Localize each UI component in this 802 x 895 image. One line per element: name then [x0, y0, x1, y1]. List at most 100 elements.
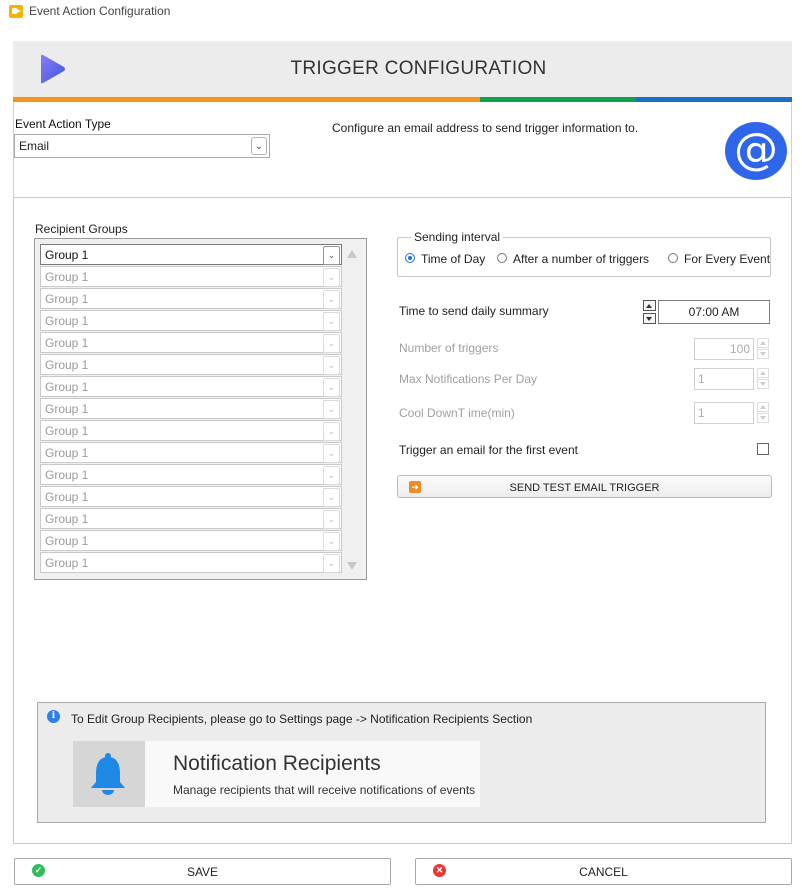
- recipient-group-select[interactable]: Group 1 ⌄: [40, 310, 342, 331]
- chevron-down-icon[interactable]: ⌄: [323, 444, 340, 463]
- number-of-triggers-label: Number of triggers: [399, 341, 499, 355]
- first-event-label: Trigger an email for the first event: [399, 443, 578, 457]
- chevron-down-icon[interactable]: ⌄: [323, 246, 340, 265]
- recipient-group-select[interactable]: Group 1 ⌄: [40, 288, 342, 309]
- spin-up-icon[interactable]: [757, 368, 769, 378]
- chevron-down-icon[interactable]: ⌄: [323, 554, 340, 573]
- chevron-down-icon[interactable]: ⌄: [323, 488, 340, 507]
- save-label: SAVE: [186, 865, 219, 879]
- cooldown-label: Cool DownT ime(min): [399, 406, 515, 420]
- info-icon: i: [47, 710, 60, 723]
- chevron-down-icon[interactable]: ⌄: [323, 312, 340, 331]
- strip-segment: [13, 97, 169, 102]
- first-event-checkbox[interactable]: [757, 443, 769, 455]
- chevron-down-icon[interactable]: ⌄: [323, 532, 340, 551]
- spin-up-icon[interactable]: [643, 300, 656, 311]
- save-button[interactable]: ✓ SAVE: [14, 858, 391, 885]
- recipient-group-value: Group 1: [45, 380, 89, 394]
- recipient-group-select[interactable]: Group 1 ⌄: [40, 552, 342, 573]
- radio-indicator[interactable]: [497, 253, 507, 263]
- spin-up-icon[interactable]: [757, 402, 769, 412]
- strip-segment: [324, 97, 481, 102]
- number-of-triggers-spinner[interactable]: [757, 338, 769, 360]
- spin-down-icon[interactable]: [757, 379, 769, 389]
- recipient-group-select[interactable]: Group 1 ⌄: [40, 398, 342, 419]
- scroll-down-icon[interactable]: [347, 562, 357, 570]
- recipient-group-select[interactable]: Group 1 ⌄: [40, 486, 342, 507]
- recipient-group-value: Group 1: [45, 424, 89, 438]
- recipient-groups-scrollbar[interactable]: [344, 242, 360, 576]
- chevron-down-icon[interactable]: ⌄: [323, 334, 340, 353]
- recipient-group-value: Group 1: [45, 270, 89, 284]
- radio-indicator[interactable]: [405, 253, 415, 263]
- recipient-group-value: Group 1: [45, 248, 89, 262]
- header-color-strip: [13, 97, 792, 102]
- recipient-group-select[interactable]: Group 1 ⌄: [40, 464, 342, 485]
- radio-indicator[interactable]: [668, 253, 678, 263]
- event-action-type-select[interactable]: Email ⌄: [14, 134, 270, 158]
- max-notifications-spinner[interactable]: [757, 368, 769, 390]
- chevron-down-icon[interactable]: ⌄: [323, 422, 340, 441]
- chevron-down-icon[interactable]: ⌄: [323, 268, 340, 287]
- recipient-group-select[interactable]: Group 1 ⌄: [40, 442, 342, 463]
- number-of-triggers-input[interactable]: 100: [694, 338, 754, 360]
- chevron-down-icon[interactable]: ⌄: [323, 400, 340, 419]
- recipient-group-value: Group 1: [45, 358, 89, 372]
- recipient-group-select[interactable]: Group 1 ⌄: [40, 244, 342, 265]
- app-camera-icon: [9, 5, 23, 18]
- recipient-group-select[interactable]: Group 1 ⌄: [40, 376, 342, 397]
- recipient-group-value: Group 1: [45, 512, 89, 526]
- chevron-down-icon[interactable]: ⌄: [323, 356, 340, 375]
- daily-summary-time-input[interactable]: 07:00 AM: [658, 300, 770, 324]
- recipient-group-value: Group 1: [45, 556, 89, 570]
- strip-segment: [168, 97, 325, 102]
- recipient-group-select[interactable]: Group 1 ⌄: [40, 420, 342, 441]
- spin-up-icon[interactable]: [757, 338, 769, 348]
- event-action-description: Configure an email address to send trigg…: [332, 121, 639, 135]
- recipient-group-value: Group 1: [45, 446, 89, 460]
- cancel-label: CANCEL: [579, 865, 628, 879]
- recipient-groups-label: Recipient Groups: [35, 222, 128, 236]
- chevron-down-icon[interactable]: ⌄: [323, 378, 340, 397]
- notification-recipients-subtitle: Manage recipients that will receive noti…: [173, 783, 476, 797]
- spin-down-icon[interactable]: [643, 313, 656, 324]
- spin-down-icon[interactable]: [757, 349, 769, 359]
- strip-segment: [636, 97, 792, 102]
- radio-label: For Every Event: [684, 252, 771, 266]
- spin-down-icon[interactable]: [757, 413, 769, 423]
- scroll-up-icon[interactable]: [347, 250, 357, 258]
- recipient-group-select[interactable]: Group 1 ⌄: [40, 354, 342, 375]
- cooldown-spinner[interactable]: [757, 402, 769, 424]
- recipient-group-select[interactable]: Group 1 ⌄: [40, 266, 342, 287]
- recipient-group-value: Group 1: [45, 314, 89, 328]
- chevron-down-icon[interactable]: ⌄: [251, 137, 267, 155]
- info-text: To Edit Group Recipients, please go to S…: [71, 712, 533, 726]
- chevron-down-icon[interactable]: ⌄: [323, 510, 340, 529]
- recipient-group-value: Group 1: [45, 402, 89, 416]
- radio-label: After a number of triggers: [513, 252, 650, 266]
- title-bar: Event Action Configuration: [0, 0, 802, 26]
- send-test-email-button[interactable]: ➜ SEND TEST EMAIL TRIGGER: [397, 475, 772, 498]
- chevron-down-icon[interactable]: ⌄: [323, 290, 340, 309]
- radio-label: Time of Day: [421, 252, 486, 266]
- daily-summary-label: Time to send daily summary: [399, 304, 549, 318]
- notification-recipients-title: Notification Recipients: [173, 752, 381, 775]
- recipient-group-value: Group 1: [45, 468, 89, 482]
- event-action-type-label: Event Action Type: [15, 117, 111, 131]
- cooldown-input[interactable]: 1: [694, 402, 754, 424]
- recipient-group-select[interactable]: Group 1 ⌄: [40, 508, 342, 529]
- daily-summary-spinner[interactable]: [643, 300, 656, 324]
- email-at-icon: @: [725, 122, 787, 180]
- recipient-group-value: Group 1: [45, 534, 89, 548]
- sending-interval-label: Sending interval: [411, 230, 504, 244]
- recipient-group-select[interactable]: Group 1 ⌄: [40, 530, 342, 551]
- max-notifications-input[interactable]: 1: [694, 368, 754, 390]
- recipient-group-select[interactable]: Group 1 ⌄: [40, 332, 342, 353]
- strip-segment: [480, 97, 637, 102]
- window-title: Event Action Configuration: [29, 4, 171, 18]
- recipient-group-value: Group 1: [45, 292, 89, 306]
- send-test-email-label: SEND TEST EMAIL TRIGGER: [509, 482, 660, 494]
- bell-icon: [91, 753, 125, 795]
- chevron-down-icon[interactable]: ⌄: [323, 466, 340, 485]
- cancel-button[interactable]: ✕ CANCEL: [415, 858, 792, 885]
